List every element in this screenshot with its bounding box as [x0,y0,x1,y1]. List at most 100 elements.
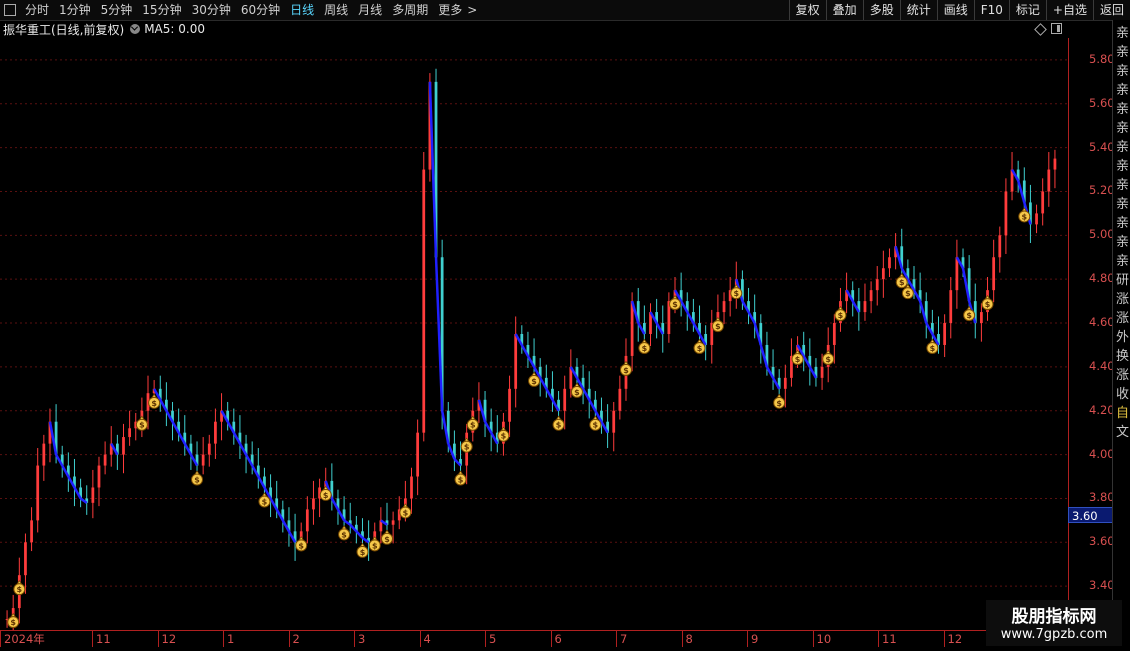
y-tick-label: 5.20 [1089,183,1115,198]
svg-text:$: $ [10,618,16,627]
candle-36 [226,401,230,431]
candle-161 [992,239,996,303]
more-chevron-icon[interactable]: > [467,0,482,20]
candle-125 [771,349,775,390]
x-tick-label: 10 [812,631,831,647]
candle-96 [593,391,597,420]
period-tab-3[interactable]: 15分钟 [137,0,186,20]
strip-char: 亲 [1116,197,1130,212]
candle-84 [520,325,524,354]
candle-66 [410,467,413,514]
money-bag-icon: $ [497,426,510,442]
money-bag-icon: $ [191,470,204,486]
period-tab-9[interactable]: 多周期 [387,0,433,20]
svg-text:$: $ [139,421,145,430]
x-tick-label: 3 [354,631,365,647]
svg-text:$: $ [531,377,537,386]
period-tab-4[interactable]: 30分钟 [187,0,236,20]
candle-11 [73,458,76,507]
tool-button-0[interactable]: 复权 [788,0,826,20]
candle-132 [814,358,818,387]
svg-text:$: $ [194,476,200,485]
candlestick-chart[interactable]: $$$$$$$$$$$$$$$$$$$$$$$$$$$$$ $$$$$$$$ [0,38,1068,630]
candle-100 [618,375,622,420]
money-bag-icon: $ [963,305,976,322]
strip-char: 亲 [1116,102,1130,117]
strip-char: 自 [1116,406,1130,421]
money-bag-icon: $ [135,415,148,431]
candle-122 [753,294,757,339]
price-axis: 5.80 5.60 5.40 5.20 5.00 4.80 4.60 4.40 4.20 4.00… [1068,38,1115,630]
ma-settings-icon[interactable] [130,24,141,34]
tool-button-5[interactable]: F10 [973,0,1009,20]
x-tick-label: 11 [878,631,897,647]
candle-49 [305,496,309,544]
tool-button-1[interactable]: 叠加 [825,0,863,20]
svg-text:$: $ [838,311,844,320]
candle-153 [943,314,947,358]
period-tab-0[interactable]: 分时 [20,0,54,20]
strip-char: 亲 [1116,254,1130,269]
svg-text:$: $ [985,300,991,309]
period-tab-8[interactable]: 月线 [353,0,387,20]
tool-button-3[interactable]: 统计 [899,0,937,20]
money-bag-icon: $ [730,283,743,300]
panel-toggle-icon[interactable] [1051,23,1062,34]
money-bag-icon: $ [7,612,20,629]
money-bag-icon: $ [711,316,724,333]
candle-142 [875,266,879,306]
diamond-icon[interactable] [1034,23,1047,36]
strip-char: 亲 [1116,64,1130,79]
svg-text:$: $ [360,548,366,557]
period-tab-5[interactable]: 60分钟 [236,0,285,20]
svg-text:$: $ [298,541,304,550]
candle-155 [955,239,959,309]
top-toolbar: 分时 1分钟 5分钟 15分钟 30分钟 60分钟 日线 周线 月线 多周期 更多 > 复权 叠加 多股统… [0,0,1130,21]
candle-99 [612,401,616,452]
money-bag-icon: $ [13,579,26,596]
svg-text:$: $ [825,355,831,364]
candle-104 [642,305,646,343]
candle-162 [998,226,1002,273]
x-tick-label: 11 [92,631,111,647]
candle-170 [1047,152,1051,207]
tool-button-6[interactable]: 标记 [1008,0,1046,20]
svg-text:$: $ [966,311,972,320]
candle-16 [103,441,107,475]
strip-char: 亲 [1116,159,1130,174]
period-tab-2[interactable]: 5分钟 [96,0,138,20]
period-tab-1[interactable]: 1分钟 [54,0,96,20]
tool-button-4[interactable]: 画线 [936,0,974,20]
money-bag-icon: $ [338,525,351,541]
ma5-label: MA5: 0.00 [144,22,205,36]
candle-115 [710,309,714,364]
period-tab-6[interactable]: 日线 [285,0,319,20]
money-bag-icon: $ [619,360,632,376]
svg-text:$: $ [1022,212,1028,221]
tool-button-2[interactable]: 多股 [862,0,900,20]
period-tab-10[interactable]: 更多 [433,0,467,20]
svg-text:$: $ [593,421,599,430]
candle-75 [465,423,469,485]
tool-button-8[interactable]: 返回 [1092,0,1130,20]
strip-char: 文 [1116,425,1130,440]
watermark-url: www.7gpzb.com [1000,627,1108,642]
period-tab-7[interactable]: 周线 [319,0,353,20]
svg-text:$: $ [715,322,721,331]
stock-title: 振华重工(日线,前复权) [3,22,125,37]
strip-char: 亲 [1116,140,1130,155]
candle-38 [238,415,242,459]
y-tick-label: 3.80 [1089,490,1115,505]
svg-text:$: $ [672,300,678,309]
candle-41 [256,448,260,489]
candle-19 [122,423,125,474]
svg-text:$: $ [17,585,23,594]
candle-29 [183,415,187,456]
strip-char: 亲 [1116,121,1130,136]
candle-50 [312,480,315,525]
tool-button-7[interactable]: +自选 [1045,0,1093,20]
y-tick-label: 3.40 [1089,578,1115,593]
site-watermark: 股朋指标网 www.7gpzb.com [986,600,1122,646]
window-menu-icon[interactable] [0,0,20,20]
money-bag-icon: $ [981,294,994,311]
